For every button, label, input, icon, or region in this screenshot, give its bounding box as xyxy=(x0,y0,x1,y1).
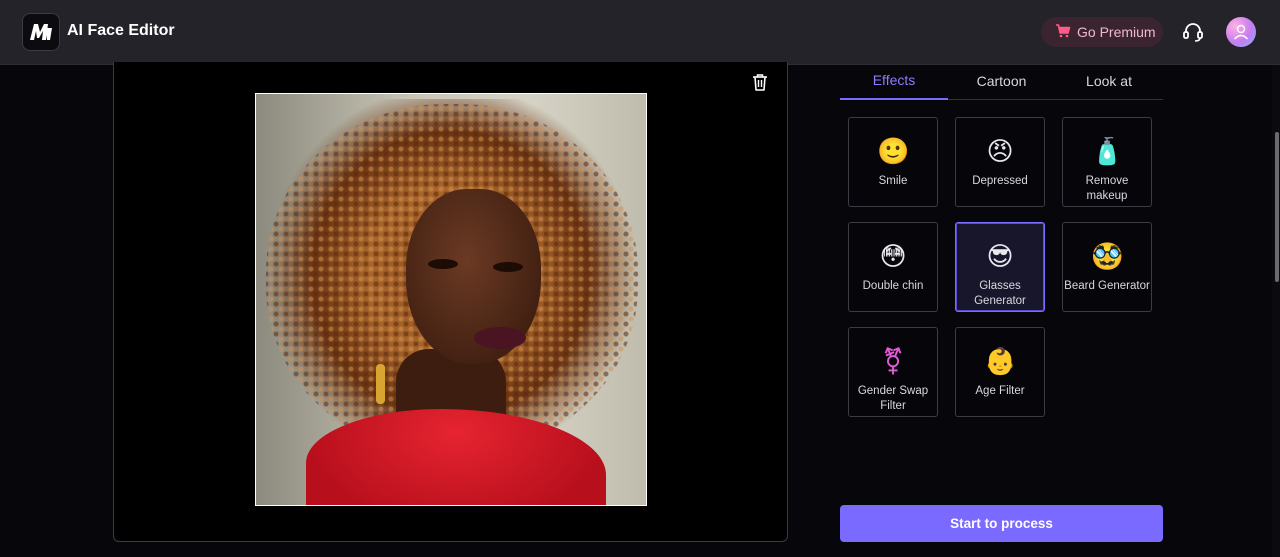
effect-label: Glasses Generator xyxy=(974,280,1026,307)
go-premium-button[interactable]: Go Premium xyxy=(1041,17,1163,47)
effect-label: Double chin xyxy=(862,280,924,292)
gender-symbol-icon: ⚧ xyxy=(882,347,904,377)
effect-label: Gender Swap Filter xyxy=(857,385,929,412)
effect-double-chin[interactable]: 😳 Double chin xyxy=(848,222,938,312)
start-to-process-button[interactable]: Start to process xyxy=(840,505,1163,542)
effect-label: Smile xyxy=(878,175,908,187)
effect-label: Remove makeup xyxy=(1085,175,1129,202)
go-premium-label: Go Premium xyxy=(1077,24,1156,40)
flushed-emoji-icon: 😳 xyxy=(879,242,907,272)
effect-age-filter[interactable]: 👶 Age Filter xyxy=(955,327,1045,417)
effect-smile[interactable]: 🙂 Smile xyxy=(848,117,938,207)
smile-emoji-icon: 🙂 xyxy=(877,137,910,167)
tab-look-at[interactable]: Look at xyxy=(1055,62,1163,100)
cart-icon xyxy=(1055,23,1071,41)
effect-label: Age Filter xyxy=(975,385,1025,397)
user-avatar-icon[interactable] xyxy=(1226,17,1256,47)
effect-remove-makeup[interactable]: 🧴 Remove makeup xyxy=(1062,117,1152,207)
sunglasses-emoji-icon: 😎 xyxy=(986,242,1014,272)
top-bar: AI Face Editor Go Premium xyxy=(0,0,1280,65)
tab-cartoon[interactable]: Cartoon xyxy=(948,62,1055,100)
angry-emoji-icon: 😠 xyxy=(986,137,1014,167)
effect-label: Beard Generator xyxy=(1064,280,1150,292)
mustache-emoji-icon: 🥸 xyxy=(1091,242,1124,272)
effect-label: Depressed xyxy=(972,175,1028,187)
effect-glasses-generator[interactable]: 😎 Glasses Generator xyxy=(955,222,1045,312)
effect-gender-swap-filter[interactable]: ⚧ Gender Swap Filter xyxy=(848,327,938,417)
tab-effects[interactable]: Effects xyxy=(840,62,948,100)
app-logo-icon[interactable] xyxy=(22,13,60,51)
effect-depressed[interactable]: 😠 Depressed xyxy=(955,117,1045,207)
effect-tabs: Effects Cartoon Look at xyxy=(840,62,1163,100)
trash-icon[interactable] xyxy=(750,72,770,92)
app-title: AI Face Editor xyxy=(67,22,175,39)
uploaded-portrait-photo xyxy=(255,93,647,506)
lotion-bottle-icon: 🧴 xyxy=(1091,137,1124,167)
headset-icon[interactable] xyxy=(1181,20,1205,44)
effect-beard-generator[interactable]: 🥸 Beard Generator xyxy=(1062,222,1152,312)
scrollbar-thumb[interactable] xyxy=(1275,132,1279,282)
baby-face-icon: 👶 xyxy=(984,347,1017,377)
